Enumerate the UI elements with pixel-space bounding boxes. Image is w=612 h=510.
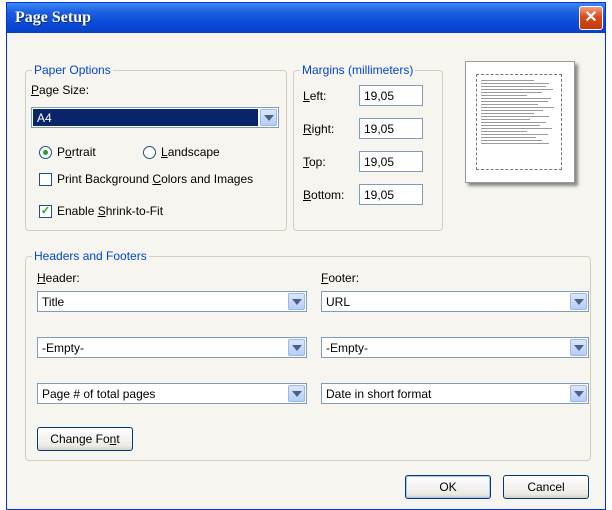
- header-select-2[interactable]: -Empty-: [37, 337, 307, 358]
- cancel-button[interactable]: Cancel: [503, 475, 589, 499]
- chevron-down-icon[interactable]: [288, 385, 305, 402]
- preview-text-area: [476, 74, 562, 170]
- footer-select-3[interactable]: Date in short format: [321, 383, 589, 404]
- chevron-down-icon[interactable]: [570, 293, 587, 310]
- preview-line: [481, 131, 527, 132]
- preview-line: [481, 137, 536, 138]
- preview-line: [481, 110, 544, 111]
- preview-line: [481, 116, 550, 117]
- ok-button[interactable]: OK: [405, 475, 491, 499]
- landscape-radio[interactable]: [143, 146, 156, 159]
- preview-line: [481, 95, 527, 96]
- dialog-title: Page Setup: [15, 9, 91, 26]
- preview-line: [481, 143, 550, 144]
- preview-line: [481, 92, 542, 93]
- header-select-3[interactable]: Page # of total pages: [37, 383, 307, 404]
- margin-right-label: Right:: [303, 122, 335, 136]
- footer-select-2[interactable]: -Empty-: [321, 337, 589, 358]
- preview-line: [481, 98, 551, 99]
- page-size-select[interactable]: A4: [31, 107, 279, 128]
- header-value-3: Page # of total pages: [42, 387, 156, 401]
- header-select-1[interactable]: Title: [37, 291, 307, 312]
- margin-left-input[interactable]: 19,05: [359, 85, 423, 106]
- preview-line: [481, 89, 554, 90]
- chevron-down-icon[interactable]: [570, 339, 587, 356]
- footer-label: Footer:: [321, 271, 360, 285]
- chevron-down-icon[interactable]: [260, 109, 277, 126]
- shrink-to-fit-checkbox[interactable]: ✓: [39, 205, 52, 218]
- preview-line: [481, 83, 550, 84]
- preview-line: [481, 101, 548, 102]
- preview-line: [481, 119, 531, 120]
- preview-line: [481, 107, 554, 108]
- margin-bottom-input[interactable]: 19,05: [359, 184, 423, 205]
- header-value-1: Title: [42, 295, 65, 309]
- chevron-down-icon[interactable]: [570, 385, 587, 402]
- margin-bottom-label: Bottom:: [303, 188, 345, 202]
- margin-right-input[interactable]: 19,05: [359, 118, 423, 139]
- print-background-label[interactable]: Print Background Colors and Images: [57, 172, 253, 186]
- portrait-label[interactable]: Portrait: [57, 145, 96, 159]
- preview-line: [481, 104, 538, 105]
- page-size-label: Page Size:: [31, 83, 90, 97]
- chevron-down-icon[interactable]: [288, 293, 305, 310]
- headers-footers-legend: Headers and Footers: [34, 249, 147, 263]
- page-size-value: A4: [33, 109, 258, 126]
- margin-top-input[interactable]: 19,05: [359, 151, 423, 172]
- preview-line: [481, 113, 535, 114]
- page-setup-dialog: Page Setup ✕ Paper Options Page Size: A4…: [6, 2, 606, 510]
- margin-left-label: Left:: [303, 89, 327, 103]
- footer-value-3: Date in short format: [326, 387, 432, 401]
- preview-line: [481, 125, 541, 126]
- margins-legend: Margins (millimeters): [302, 63, 414, 77]
- title-bar[interactable]: Page Setup ✕: [7, 3, 605, 33]
- paper-options-legend: Paper Options: [34, 63, 111, 77]
- footer-value-1: URL: [326, 295, 351, 309]
- footer-value-2: -Empty-: [326, 341, 368, 355]
- chevron-down-icon[interactable]: [288, 339, 305, 356]
- shrink-to-fit-label[interactable]: Enable Shrink-to-Fit: [57, 204, 163, 218]
- preview-line: [481, 140, 542, 141]
- preview-line: [481, 122, 546, 123]
- change-font-button[interactable]: Change Font: [37, 427, 133, 451]
- margin-top-label: Top:: [303, 155, 326, 169]
- portrait-radio[interactable]: [39, 146, 52, 159]
- close-button[interactable]: ✕: [579, 6, 603, 30]
- close-icon: ✕: [584, 9, 598, 26]
- landscape-label[interactable]: Landscape: [161, 145, 220, 159]
- header-label: Header:: [37, 271, 80, 285]
- preview-line: [481, 80, 535, 81]
- page-preview: [465, 61, 575, 183]
- header-value-2: -Empty-: [42, 341, 84, 355]
- footer-select-1[interactable]: URL: [321, 291, 589, 312]
- dialog-content: Paper Options Page Size: A4 Portrait Lan…: [7, 33, 605, 509]
- preview-line: [481, 86, 546, 87]
- preview-line: [481, 128, 553, 129]
- preview-line: [481, 134, 548, 135]
- print-background-checkbox[interactable]: [39, 173, 52, 186]
